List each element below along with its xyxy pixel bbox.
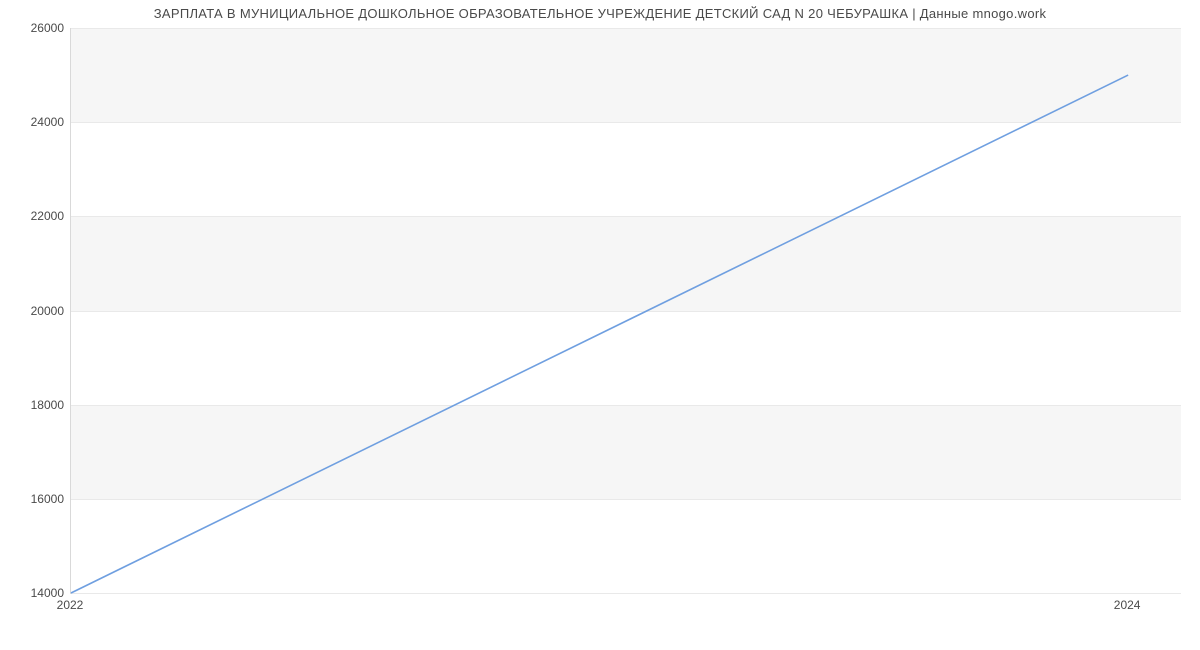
y-tick-label: 14000 xyxy=(4,586,64,600)
y-tick-label: 16000 xyxy=(4,492,64,506)
x-tick-label: 2024 xyxy=(1114,598,1141,612)
line-series xyxy=(71,28,1181,593)
chart-title: ЗАРПЛАТА В МУНИЦИАЛЬНОЕ ДОШКОЛЬНОЕ ОБРАЗ… xyxy=(0,6,1200,21)
y-tick-label: 24000 xyxy=(4,115,64,129)
plot-area xyxy=(70,28,1181,594)
y-tick-label: 20000 xyxy=(4,304,64,318)
y-tick-label: 22000 xyxy=(4,209,64,223)
y-tick-label: 18000 xyxy=(4,398,64,412)
y-tick-label: 26000 xyxy=(4,21,64,35)
chart-container: ЗАРПЛАТА В МУНИЦИАЛЬНОЕ ДОШКОЛЬНОЕ ОБРАЗ… xyxy=(0,0,1200,650)
x-tick-label: 2022 xyxy=(57,598,84,612)
